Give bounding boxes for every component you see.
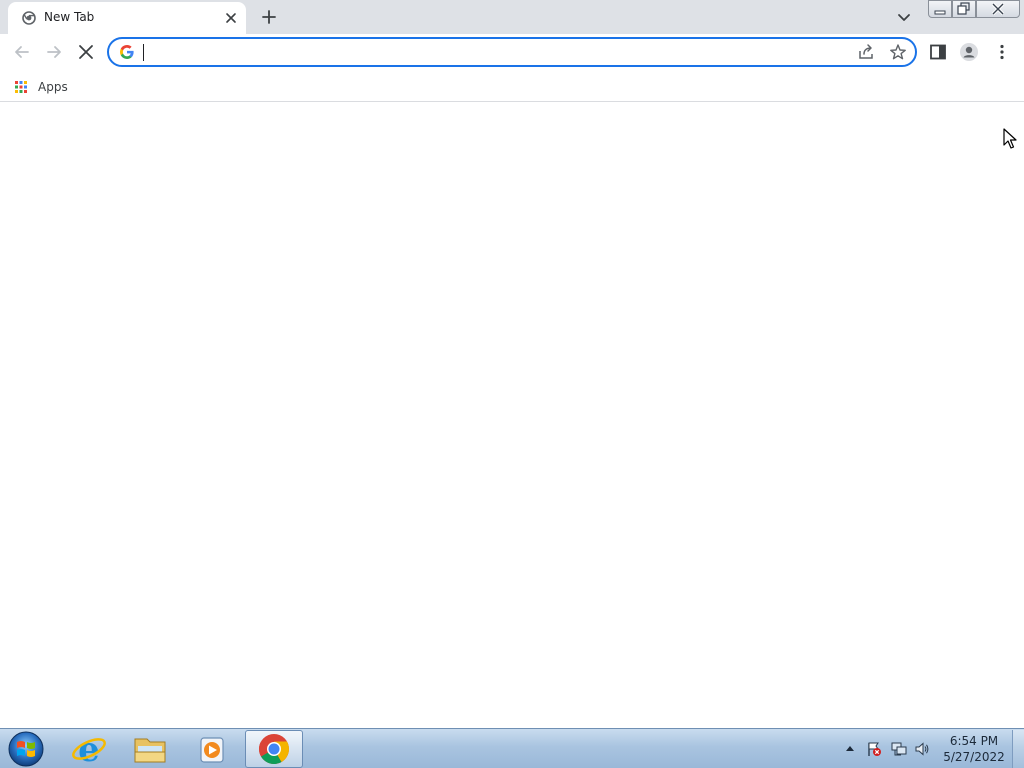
minimize-icon [934,10,946,15]
show-desktop-button[interactable] [1012,730,1024,768]
tab-title: New Tab [44,10,95,24]
windows-start-icon[interactable] [6,730,46,768]
clock-date: 5/27/2022 [943,750,1005,764]
address-input[interactable] [141,42,841,62]
svg-text:e: e [78,730,100,768]
window-close-button[interactable] [976,0,1020,18]
taskbar-media-player[interactable] [182,730,240,768]
taskbar-google-chrome[interactable] [245,730,303,768]
show-hidden-icons[interactable] [845,744,855,752]
bookmarks-bar: Apps [0,71,1024,102]
network-icon[interactable] [891,741,907,757]
screen: New Tab Apps e 6:54 PM 5/27/2022 [0,0,1024,768]
page-content[interactable] [0,103,1024,728]
apps-shortcut[interactable]: Apps [12,75,74,99]
kebab-menu-icon[interactable] [992,42,1012,62]
browser-toolbar [0,34,1024,71]
forward-arrow-icon[interactable] [44,42,64,62]
star-icon[interactable] [889,43,907,61]
back-arrow-icon[interactable] [12,42,32,62]
tab-strip: New Tab [0,0,1024,34]
chrome-icon [258,734,290,765]
tab-new-tab[interactable]: New Tab [8,2,246,34]
ie-icon: e [72,730,106,768]
stop-loading-icon[interactable] [76,42,96,62]
chrome-newtab-icon [22,11,36,25]
window-controls [928,0,1020,18]
taskbar-file-explorer[interactable] [121,730,179,768]
minimize-button[interactable] [928,0,952,18]
media-player-icon [200,737,224,763]
side-panel-icon[interactable] [928,42,948,62]
close-icon [991,2,1005,16]
restore-icon [957,2,970,15]
mouse-cursor-icon [1003,128,1017,149]
share-icon[interactable] [857,43,875,61]
taskbar-clock[interactable]: 6:54 PM 5/27/2022 [940,733,1008,765]
folder-icon [134,738,166,763]
action-center-flag-icon[interactable] [866,741,882,757]
apps-label: Apps [38,80,68,94]
restore-button[interactable] [952,0,976,18]
plus-icon[interactable] [260,8,278,26]
volume-icon[interactable] [914,741,930,757]
address-bar[interactable] [107,37,917,67]
profile-icon[interactable] [959,42,979,62]
text-caret [143,44,144,61]
google-g-icon [120,45,134,59]
close-icon[interactable] [223,10,239,26]
chevron-down-icon[interactable] [896,9,912,25]
apps-grid-icon [15,81,27,93]
clock-time: 6:54 PM [949,734,999,748]
taskbar: e 6:54 PM 5/27/2022 [0,728,1024,768]
taskbar-internet-explorer[interactable]: e [60,730,118,768]
